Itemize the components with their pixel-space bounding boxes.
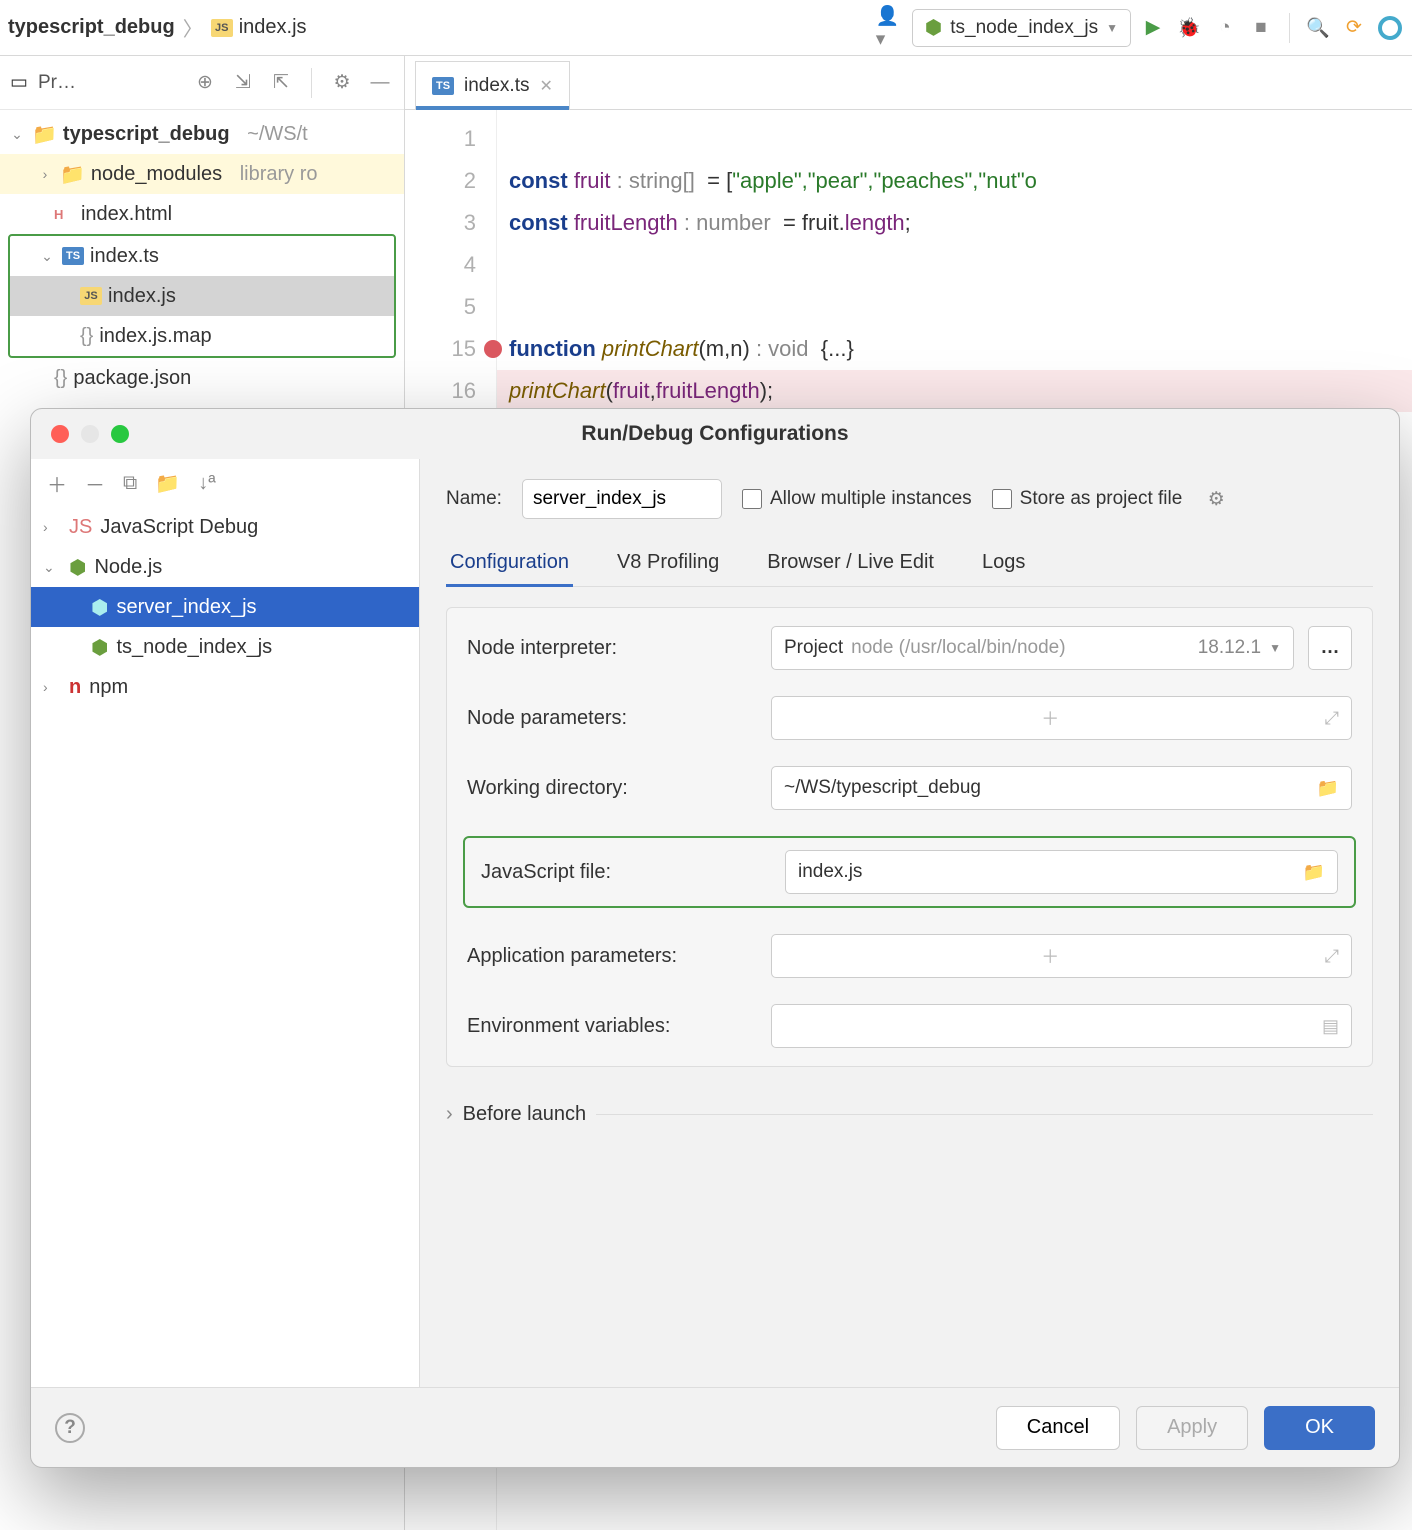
stop-icon: ■ [1247,14,1275,42]
zoom-window-icon[interactable] [111,425,129,443]
list-icon[interactable]: ▤ [1322,1016,1339,1037]
add-icon[interactable]: ＋ [1041,943,1059,969]
config-jsdebug[interactable]: ›JSJavaScript Debug [31,507,419,547]
app-params-label: Application parameters: [467,945,757,968]
dropdown-icon[interactable]: ▼ [1269,641,1281,655]
project-label: Pr… [38,72,181,94]
gear-icon[interactable]: ⚙ [1202,485,1230,513]
tree-index-js[interactable]: JSindex.js [10,276,394,316]
hide-icon[interactable]: — [366,69,394,97]
folder-icon[interactable]: 📁 [1303,862,1325,883]
tree-index-js-map[interactable]: {}index.js.map [10,316,394,356]
wd-field[interactable]: ~/WS/typescript_debug📁 [771,766,1352,810]
help-button[interactable]: ? [55,1413,85,1443]
apply-button: Apply [1136,1406,1248,1450]
name-input[interactable] [522,479,722,519]
breadcrumb-separator: 〉 [183,13,203,42]
close-tab-icon[interactable]: ✕ [539,76,552,96]
project-tool-icon[interactable]: ▭ [10,71,28,94]
breakpoint-icon[interactable] [484,340,502,358]
env-field[interactable]: ▤ [771,1004,1352,1048]
tree-index-ts[interactable]: ⌄TSindex.ts [10,236,394,276]
locate-icon[interactable]: ⊕ [191,69,219,97]
tab-v8[interactable]: V8 Profiling [613,541,723,586]
expand-icon[interactable]: ⇲ [229,69,257,97]
cancel-button[interactable]: Cancel [996,1406,1120,1450]
highlighted-jsfile-row: JavaScript file: index.js📁 [463,836,1356,908]
close-window-icon[interactable] [51,425,69,443]
before-launch-section[interactable]: › Before launch [446,1103,1373,1126]
sort-config-icon[interactable]: ↓ª [198,472,215,495]
minimize-window-icon [81,425,99,443]
tree-index-html[interactable]: H index.html [0,194,404,234]
window-controls[interactable] [51,425,129,443]
allow-multiple-checkbox[interactable]: Allow multiple instances [742,488,972,510]
run-debug-dialog: Run/Debug Configurations ＋ － ⧉ 📁 ↓ª ›JSJ… [30,408,1400,1468]
main-toolbar: typescript_debug 〉 JS index.js 👤▾ ⬢ ts_no… [0,0,1412,56]
dialog-title: Run/Debug Configurations [581,422,848,446]
remove-config-icon[interactable]: － [85,469,105,498]
breadcrumb[interactable]: typescript_debug 〉 JS index.js [8,13,307,42]
name-label: Name: [446,488,502,510]
user-icon[interactable]: 👤▾ [876,14,904,42]
dialog-title-bar[interactable]: Run/Debug Configurations [31,409,1399,459]
editor-tab-index-ts[interactable]: TS index.ts ✕ [415,61,570,109]
params-label: Node parameters: [467,707,757,730]
coverage-icon[interactable]: ◔ [1211,14,1239,42]
add-config-icon[interactable]: ＋ [47,469,67,498]
config-ts-node-index[interactable]: ⬢ts_node_index_js [31,627,419,667]
folder-config-icon[interactable]: 📁 [155,471,180,496]
env-label: Environment variables: [467,1015,757,1038]
search-icon[interactable]: 🔍 [1304,14,1332,42]
tree-package-json[interactable]: {}package.json [0,358,404,398]
jsfile-field[interactable]: index.js📁 [785,850,1338,894]
dialog-sidebar: ＋ － ⧉ 📁 ↓ª ›JSJavaScript Debug ⌄⬢Node.js… [31,459,420,1387]
dropdown-icon: ▼ [1106,21,1118,35]
ts-file-icon: TS [432,77,454,95]
breadcrumb-file[interactable]: index.js [239,16,307,39]
node-icon: ⬢ [925,15,942,40]
tab-label: index.ts [464,75,529,97]
tab-configuration[interactable]: Configuration [446,541,573,587]
tab-logs[interactable]: Logs [978,541,1029,586]
expand-icon[interactable]: ⤢ [1325,946,1339,967]
params-field[interactable]: ＋⤢ [771,696,1352,740]
highlighted-ts-group: ⌄TSindex.ts JSindex.js {}index.js.map [8,234,396,358]
tab-browser[interactable]: Browser / Live Edit [763,541,938,586]
copy-config-icon[interactable]: ⧉ [123,472,137,495]
breadcrumb-project[interactable]: typescript_debug [8,16,175,39]
wd-label: Working directory: [467,777,757,800]
sync-icon[interactable]: ⟳ [1340,14,1368,42]
run-icon[interactable]: ▶ [1139,14,1167,42]
run-config-selector[interactable]: ⬢ ts_node_index_js ▼ [912,9,1131,47]
config-server-index[interactable]: ⬢server_index_js [31,587,419,627]
jsfile-label: JavaScript file: [481,861,771,884]
expand-icon[interactable]: ⤢ [1325,708,1339,729]
config-npm[interactable]: ›nnpm [31,667,419,707]
debug-icon[interactable]: 🐞 [1175,14,1203,42]
js-file-icon: JS [211,19,233,37]
collapse-icon[interactable]: ⇱ [267,69,295,97]
run-config-name: ts_node_index_js [950,17,1098,39]
browse-interpreter-button[interactable]: … [1308,626,1352,670]
tree-node-modules[interactable]: ›📁node_modules library ro [0,154,404,194]
tree-root[interactable]: ⌄📁typescript_debug ~/WS/t [0,114,404,154]
interpreter-field[interactable]: Project node (/usr/local/bin/node) 18.12… [771,626,1294,670]
ok-button[interactable]: OK [1264,1406,1375,1450]
add-icon[interactable]: ＋ [1041,705,1059,731]
config-nodejs[interactable]: ⌄⬢Node.js [31,547,419,587]
interpreter-label: Node interpreter: [467,637,757,660]
gear-icon[interactable]: ⚙ [328,69,356,97]
ide-icon[interactable] [1376,14,1404,42]
folder-icon[interactable]: 📁 [1317,778,1339,799]
app-params-field[interactable]: ＋⤢ [771,934,1352,978]
store-project-checkbox[interactable]: Store as project file [992,488,1183,510]
dialog-main: Name: Allow multiple instances Store as … [420,459,1399,1387]
